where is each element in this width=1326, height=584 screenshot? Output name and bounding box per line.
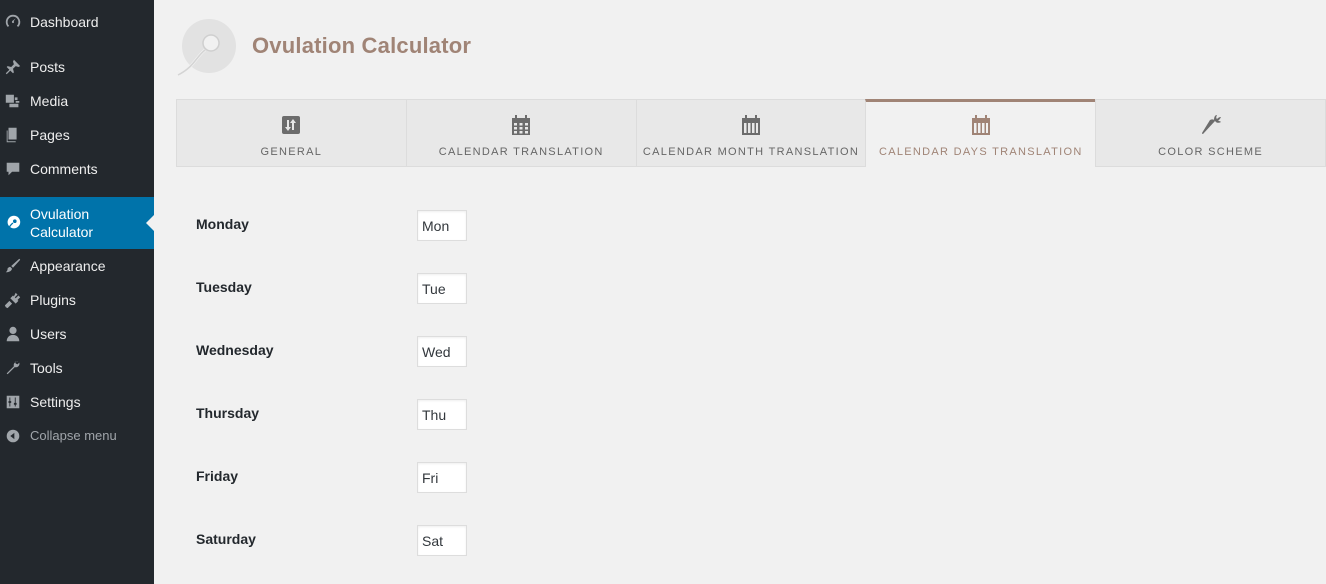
monday-input[interactable] (417, 210, 467, 241)
sidebar-item-label: Comments (30, 161, 98, 177)
sidebar-item-dashboard[interactable]: Dashboard (0, 12, 154, 32)
form-row-wednesday: Wednesday (196, 336, 496, 368)
tab-label: COLOR SCHEME (1158, 146, 1263, 158)
form-row-friday: Friday (196, 462, 496, 494)
sidebar-item-users[interactable]: Users (0, 324, 154, 344)
sort-icon (281, 114, 301, 136)
sidebar-item-appearance[interactable]: Appearance (0, 256, 154, 276)
ovulation-calculator-logo (176, 17, 238, 79)
tab-general[interactable]: GENERAL (176, 99, 406, 167)
sidebar-item-plugins[interactable]: Plugins (0, 290, 154, 310)
sidebar-item-label: Appearance (30, 258, 106, 274)
ovulation-icon (0, 214, 26, 232)
sidebar-item-label: Ovulation Calculator (30, 206, 94, 240)
calendar-icon (510, 114, 532, 136)
form-row-saturday: Saturday (196, 525, 496, 557)
tab-calendar-days-translation[interactable]: CALENDAR DAYS TRANSLATION (865, 99, 1096, 167)
tuesday-input[interactable] (417, 273, 467, 304)
media-icon (0, 92, 26, 110)
settings-tabs: GENERAL CALENDAR TRANSLATION CALENDAR MO… (176, 99, 1326, 167)
pin-icon (0, 58, 26, 76)
user-icon (0, 325, 26, 343)
field-label-saturday: Saturday (196, 531, 256, 547)
saturday-input[interactable] (417, 525, 467, 556)
field-label-tuesday: Tuesday (196, 279, 252, 295)
active-indicator-arrow (146, 215, 154, 231)
dashboard-icon (0, 13, 26, 31)
sliders-icon (0, 393, 26, 411)
sidebar-item-settings[interactable]: Settings (0, 392, 154, 412)
form-row-tuesday: Tuesday (196, 273, 496, 305)
tab-label: CALENDAR TRANSLATION (438, 146, 604, 158)
tab-label: GENERAL (260, 146, 323, 158)
wrench-icon (0, 359, 26, 377)
sidebar-item-label: Media (30, 93, 69, 109)
sidebar-item-media[interactable]: Media (0, 91, 154, 111)
sidebar-item-label: Pages (30, 127, 70, 143)
page-title: Ovulation Calculator (252, 33, 472, 58)
sidebar-item-tools[interactable]: Tools (0, 358, 154, 378)
sidebar-item-label: Dashboard (30, 14, 99, 30)
field-label-thursday: Thursday (196, 405, 260, 421)
tab-calendar-month-translation[interactable]: CALENDAR MONTH TRANSLATION (635, 99, 866, 167)
carrot-icon (1200, 114, 1222, 136)
collapse-icon (0, 427, 26, 445)
field-label-wednesday: Wednesday (196, 342, 274, 358)
brush-icon (0, 257, 26, 275)
friday-input[interactable] (417, 462, 467, 493)
form-row-thursday: Thursday (196, 399, 496, 431)
sidebar-item-label: Tools (30, 360, 63, 376)
sidebar-item-comments[interactable]: Comments (0, 159, 154, 179)
thursday-input[interactable] (417, 399, 467, 430)
tab-color-scheme[interactable]: COLOR SCHEME (1095, 99, 1326, 167)
calendar-bars-icon (970, 114, 992, 136)
wednesday-input[interactable] (417, 336, 467, 367)
tab-label: CALENDAR DAYS TRANSLATION (878, 146, 1083, 158)
calendar-bars-icon (740, 114, 762, 136)
sidebar-item-posts[interactable]: Posts (0, 57, 154, 77)
collapse-menu-button[interactable]: Collapse menu (0, 426, 154, 446)
sidebar-item-pages[interactable]: Pages (0, 125, 154, 145)
sidebar-item-label: Settings (30, 394, 81, 410)
plug-icon (0, 291, 26, 309)
form-row-monday: Monday (196, 210, 496, 242)
sidebar-item-label: Users (30, 326, 67, 342)
collapse-menu-label: Collapse menu (30, 428, 117, 443)
sidebar-item-label: Plugins (30, 292, 76, 308)
sidebar-item-ovulation-calculator[interactable]: Ovulation Calculator (0, 197, 154, 249)
pages-icon (0, 126, 26, 144)
field-label-monday: Monday (196, 216, 249, 232)
admin-sidebar: Dashboard Posts Media Pages Comments Ovu… (0, 0, 154, 584)
comment-icon (0, 160, 26, 178)
field-label-friday: Friday (196, 468, 239, 484)
tab-calendar-translation[interactable]: CALENDAR TRANSLATION (405, 99, 636, 167)
tab-label: CALENDAR MONTH TRANSLATION (642, 146, 860, 158)
sidebar-item-label: Posts (30, 59, 66, 75)
